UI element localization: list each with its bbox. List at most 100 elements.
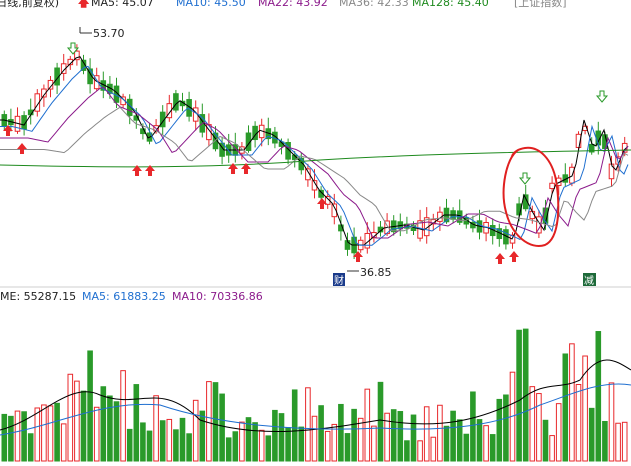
volume-bar <box>351 408 357 462</box>
volume-bar <box>60 423 67 462</box>
volume-bar <box>390 409 397 462</box>
volume-bar <box>179 417 186 462</box>
volume-bar <box>417 440 423 462</box>
finance-badge-label: 财 <box>334 274 344 287</box>
volume-bar <box>232 431 239 462</box>
volume-bar <box>8 415 14 462</box>
volume-bar <box>503 394 509 462</box>
volume-bar <box>621 421 628 462</box>
volume-bar <box>569 343 575 462</box>
volume-bar <box>265 435 272 462</box>
volume-bar <box>54 402 60 462</box>
volume-bar <box>450 410 456 462</box>
kline-chart[interactable]: 53.70 36.85 财 减 <box>0 0 631 466</box>
volume-bar <box>113 401 120 462</box>
volume-bar <box>159 420 166 462</box>
volume-bar <box>305 387 311 462</box>
candle-body <box>608 163 615 180</box>
volume-bar <box>404 440 410 462</box>
volume-bar <box>443 425 450 462</box>
volume-bar <box>80 390 87 462</box>
volume-bar <box>291 389 298 462</box>
volume-bar <box>470 391 476 462</box>
volume-bar <box>516 329 522 462</box>
volume-bar <box>549 435 555 462</box>
buy-signal-arrow-icon <box>17 143 27 154</box>
volume-bar <box>47 405 54 462</box>
volume-bar <box>456 419 463 462</box>
volume-bar <box>206 381 212 462</box>
volume-bar <box>219 393 225 462</box>
volume-bar <box>529 386 536 462</box>
volume-bar <box>120 370 126 462</box>
volume-bar <box>278 413 285 462</box>
volume-bar <box>126 428 133 462</box>
volume-bar <box>212 382 219 462</box>
volume-bar <box>100 386 107 462</box>
volume-bar <box>602 420 608 462</box>
buy-signal-arrow-icon <box>495 253 505 264</box>
volume-bar <box>146 430 153 462</box>
buy-signal-arrow-icon <box>509 251 519 262</box>
volume-bar <box>258 429 265 462</box>
volume-bar <box>311 415 318 462</box>
volume-bar <box>14 410 21 462</box>
volume-bar <box>377 381 384 462</box>
volume-bar <box>318 405 324 462</box>
volume-bar <box>437 404 443 462</box>
volume-bar-layer <box>1 328 628 462</box>
volume-bar <box>186 433 192 462</box>
volume-bar <box>252 422 258 462</box>
sell-signal-arrow-icon <box>595 90 609 103</box>
volume-bar <box>41 404 47 462</box>
volume-bar <box>1 413 8 462</box>
volume-bar <box>357 417 364 462</box>
volume-bar <box>225 437 232 462</box>
volume-bar <box>542 419 549 462</box>
volume-bar <box>133 384 140 462</box>
volume-bar <box>140 422 146 462</box>
volume-bar <box>192 399 199 462</box>
volume-bar <box>239 421 245 462</box>
sell-signal-arrow-icon <box>518 172 532 185</box>
volume-bar <box>34 407 41 462</box>
volume-bar <box>344 433 351 462</box>
volume-bar <box>423 406 430 462</box>
volume-bar <box>285 427 291 462</box>
volume-bar <box>489 434 496 462</box>
volume-bar <box>166 418 173 462</box>
volume-bar <box>364 388 371 462</box>
reduce-badge-label: 减 <box>584 275 594 287</box>
volume-bar <box>331 423 338 462</box>
high-price-label: 53.70 <box>93 27 125 40</box>
volume-bar <box>153 395 159 462</box>
volume-bar <box>476 419 483 462</box>
volume-bar <box>93 406 100 462</box>
volume-bar <box>483 425 489 462</box>
volume-bar <box>338 403 344 462</box>
volume-bar <box>173 429 179 462</box>
volume-bar <box>397 411 404 462</box>
volume-bar <box>87 350 93 462</box>
volume-bar <box>272 409 278 462</box>
volume-bar <box>536 393 542 462</box>
volume-bar <box>324 430 331 462</box>
volume-bar <box>107 395 113 462</box>
volume-bar <box>463 433 470 462</box>
volume-bar <box>371 425 377 462</box>
volume-bar <box>562 353 569 462</box>
candle-body <box>549 182 555 190</box>
low-price-label: 36.85 <box>360 266 392 279</box>
candle-body <box>173 93 179 111</box>
volume-bar <box>199 410 206 462</box>
volume-bar <box>575 383 582 462</box>
volume-bar <box>27 433 34 462</box>
volume-bar <box>430 436 437 462</box>
volume-bar <box>595 331 602 462</box>
volume-bar <box>298 426 305 462</box>
volume-bar <box>608 382 615 462</box>
volume-bar <box>588 407 595 462</box>
volume-bar <box>410 414 417 462</box>
volume-bar <box>615 422 621 462</box>
volume-bar <box>555 403 562 462</box>
